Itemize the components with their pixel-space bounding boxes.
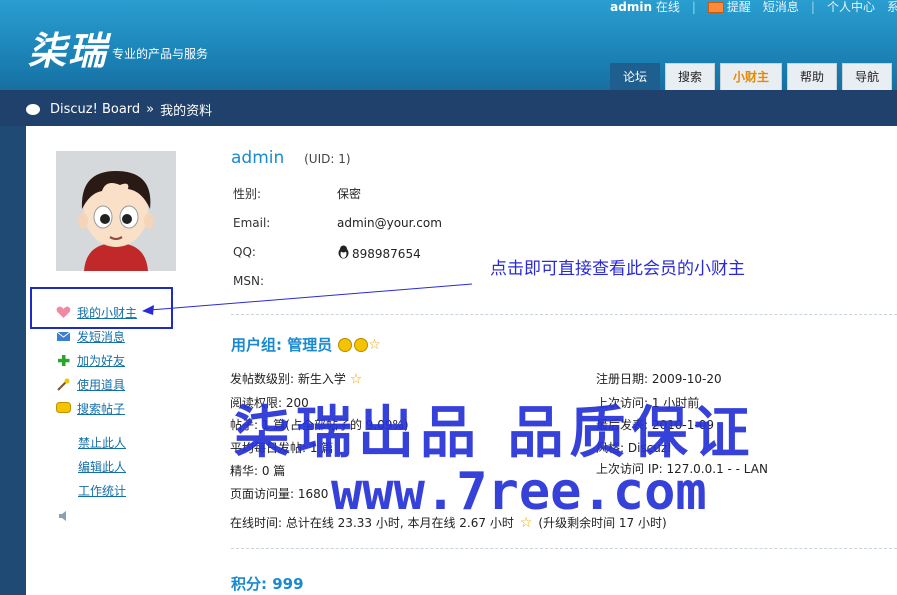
breadcrumb-separator: » [146, 102, 155, 117]
top-user-bar: admin 在线 | 提醒 短消息 | 个人中心 系 [610, 0, 897, 15]
chat-bubble-icon [26, 104, 40, 115]
stat-register-date: 注册日期: 2009-10-20 [596, 372, 722, 386]
speech-bubble-icon [56, 402, 71, 415]
sidebar-item-ban-user[interactable]: 禁止此人 [78, 434, 126, 451]
more-link[interactable]: 系 [887, 0, 897, 15]
star-icon: ☆ [368, 336, 381, 353]
sidebar-item-send-message[interactable]: 发短消息 [56, 328, 125, 345]
field-label-qq: QQ: [233, 245, 256, 259]
field-label-email: Email: [233, 216, 271, 230]
stat-post-level: 发帖数级别: 新生入学 ☆ [230, 371, 363, 388]
envelope-icon [56, 330, 71, 343]
stat-page-views: 页面访问量: 1680 [230, 487, 329, 501]
points-title: 积分: 999 [231, 575, 304, 593]
profile-username: admin [231, 148, 285, 168]
sidebar-item-label[interactable]: 使用道具 [77, 376, 125, 393]
site-header: 柒瑞 专业的产品与服务 admin 在线 | 提醒 短消息 | 个人中心 系 论… [0, 0, 897, 90]
current-username[interactable]: admin [610, 0, 652, 14]
tab-forum[interactable]: 论坛 [610, 63, 661, 90]
watermark-slogan: 柒瑞出品 品质保证 [234, 401, 756, 466]
penguin-icon [337, 245, 350, 262]
profile-uid: (UID: 1) [304, 152, 351, 166]
breadcrumb-root[interactable]: Discuz! Board [50, 102, 140, 117]
field-value-qq[interactable]: 898987654 [337, 245, 421, 262]
profile-content: 我的小财主 发短消息 加为好友 使用道具 搜索帖子 禁止此人 编辑此人 工作统计… [26, 126, 897, 595]
tab-help[interactable]: 帮助 [787, 63, 838, 90]
remind-link[interactable]: 提醒 [707, 0, 751, 15]
annotation-text: 点击即可直接查看此会员的小财主 [490, 259, 745, 279]
breadcrumb: Discuz! Board » 我的资料 [26, 100, 212, 119]
main-nav-tabs: 论坛 搜索 小财主 帮助 导航 [610, 63, 893, 90]
sidebar-item-label[interactable]: 加为好友 [77, 352, 125, 369]
annotation-arrow [142, 283, 473, 315]
sidebar-item-label[interactable]: 搜索帖子 [77, 400, 125, 417]
field-label-gender: 性别: [233, 187, 262, 201]
field-value-email[interactable]: admin@your.com [337, 216, 442, 230]
breadcrumb-bar: Discuz! Board » 我的资料 [0, 90, 897, 126]
message-link[interactable]: 短消息 [763, 0, 799, 15]
sidebar-item-my-xiaocaizhu[interactable]: 我的小财主 [56, 304, 137, 321]
sidebar-item-search-posts[interactable]: 搜索帖子 [56, 400, 125, 417]
breadcrumb-current: 我的资料 [160, 104, 213, 119]
user-center-link[interactable]: 个人中心 [827, 0, 875, 15]
sidebar-item-edit-user[interactable]: 编辑此人 [78, 458, 126, 475]
tab-xiaocaizhu[interactable]: 小财主 [720, 63, 783, 90]
mail-icon [707, 2, 724, 13]
tab-navigation[interactable]: 导航 [842, 63, 893, 90]
sidebar-item-label[interactable]: 我的小财主 [77, 304, 137, 321]
smiley-icon [338, 337, 353, 352]
watermark-url: www.7ree.com [331, 462, 707, 522]
heart-icon [56, 306, 71, 319]
plus-icon [56, 354, 71, 367]
star-icon: ☆ [349, 371, 363, 388]
sidebar-item-label[interactable]: 发短消息 [77, 328, 125, 345]
field-value-gender: 保密 [337, 187, 362, 201]
sidebar-item-add-friend[interactable]: 加为好友 [56, 352, 125, 369]
sidebar-item-use-tools[interactable]: 使用道具 [56, 376, 125, 393]
site-logo[interactable]: 柒瑞 [28, 20, 108, 75]
field-label-msn: MSN: [233, 274, 264, 288]
speaker-icon[interactable] [58, 510, 70, 525]
avatar [56, 151, 176, 271]
magic-wand-icon [56, 378, 71, 391]
online-status: 在线 [655, 0, 680, 14]
smiley-icon [354, 337, 369, 352]
site-tagline: 专业的产品与服务 [112, 47, 209, 61]
tab-search[interactable]: 搜索 [665, 63, 716, 90]
group-title: 用户组: 管理员 [231, 336, 333, 354]
sidebar-item-work-stats[interactable]: 工作统计 [78, 482, 126, 499]
